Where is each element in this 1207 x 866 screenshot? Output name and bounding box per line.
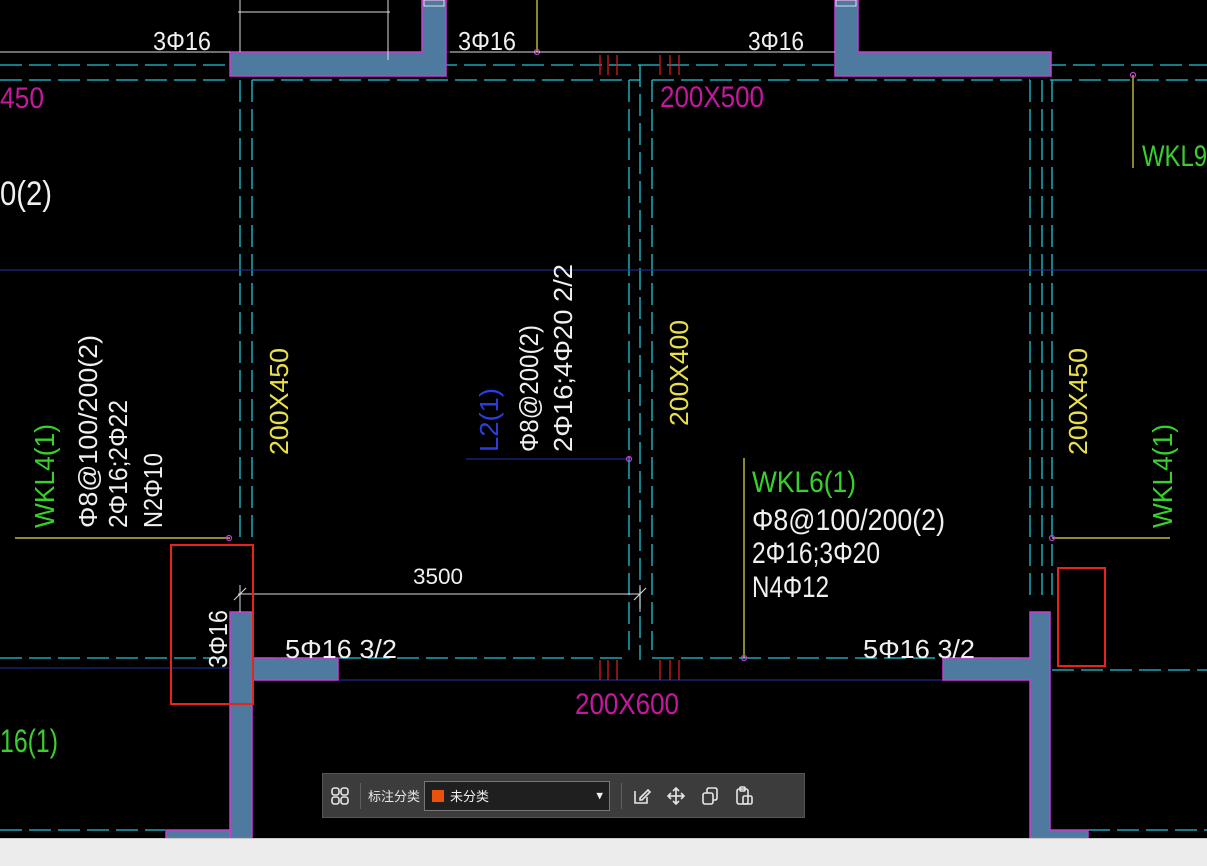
top-beam-section-label: 200X500 (660, 81, 764, 114)
status-bar (0, 838, 1207, 866)
paste-icon[interactable] (727, 779, 761, 813)
left-partial-beam-label: 0(2) (0, 175, 52, 213)
toolbar-divider (360, 782, 361, 809)
wkl4-right-name-label: WKL4(1) (1147, 424, 1178, 528)
category-dropdown[interactable]: 未分类 ▼ (424, 780, 611, 811)
left-partial-section-label: 450 (0, 82, 44, 115)
toolbar-divider (621, 782, 623, 809)
copy-icon[interactable] (693, 779, 727, 813)
annotation-toolbar: 标注分类 未分类 ▼ (322, 773, 805, 818)
bottom-rebar-right-label: 5Φ16 3/2 (863, 634, 975, 664)
left-beam-section-label: 200X450 (264, 348, 294, 455)
category-color-swatch (431, 788, 446, 803)
top-rebar-left-label: 3Φ16 (153, 26, 211, 56)
move-icon[interactable] (659, 779, 693, 813)
wkl4-left-torsion-label: N2Φ10 (138, 453, 168, 528)
right-beam-section-label: 200X450 (1063, 348, 1093, 455)
edit-icon[interactable] (625, 779, 659, 813)
left-column-rebar-label: 3Φ16 (203, 610, 233, 668)
grid-icon[interactable] (323, 779, 357, 813)
bottom-beam-section-label: 200X600 (575, 688, 679, 721)
wkl4-left-bars-label: 2Φ16;2Φ22 (103, 400, 133, 528)
wkl6-torsion-label: N4Φ12 (752, 571, 829, 604)
l2-name-label: L2(1) (474, 388, 504, 452)
chevron-down-icon: ▼ (596, 789, 604, 802)
mid-beam-section-label: 200X400 (664, 320, 694, 426)
dimension-value: 3500 (413, 564, 463, 589)
category-label: 标注分类 (368, 789, 421, 804)
l2-stirrup-label: Φ8@200(2) (514, 325, 544, 452)
category-selected-value: 未分类 (450, 789, 490, 804)
l2-bars-label: 2Φ16;4Φ20 2/2 (548, 264, 578, 452)
top-rebar-mid-label: 3Φ16 (458, 26, 516, 56)
wkl9-name-label: WKL9 (1142, 140, 1207, 173)
wkl4-left-name-label: WKL4(1) (29, 424, 60, 528)
wkl6-name-label: WKL6(1) (752, 466, 856, 499)
bottom-rebar-left-label: 5Φ16 3/2 (285, 634, 397, 664)
wkl4-left-stirrup-label: Φ8@100/200(2) (73, 335, 103, 528)
bottom-left-partial-label: 16(1) (0, 723, 58, 759)
top-rebar-right-label: 3Φ16 (748, 26, 804, 56)
cad-drawing-canvas[interactable]: 3Φ16 3Φ16 3Φ16 0(2) 3500 5Φ16 3/2 5Φ16 3… (0, 0, 1207, 838)
wkl6-stirrup-label: Φ8@100/200(2) (752, 504, 945, 537)
wkl6-bars-label: 2Φ16;3Φ20 (752, 537, 880, 570)
